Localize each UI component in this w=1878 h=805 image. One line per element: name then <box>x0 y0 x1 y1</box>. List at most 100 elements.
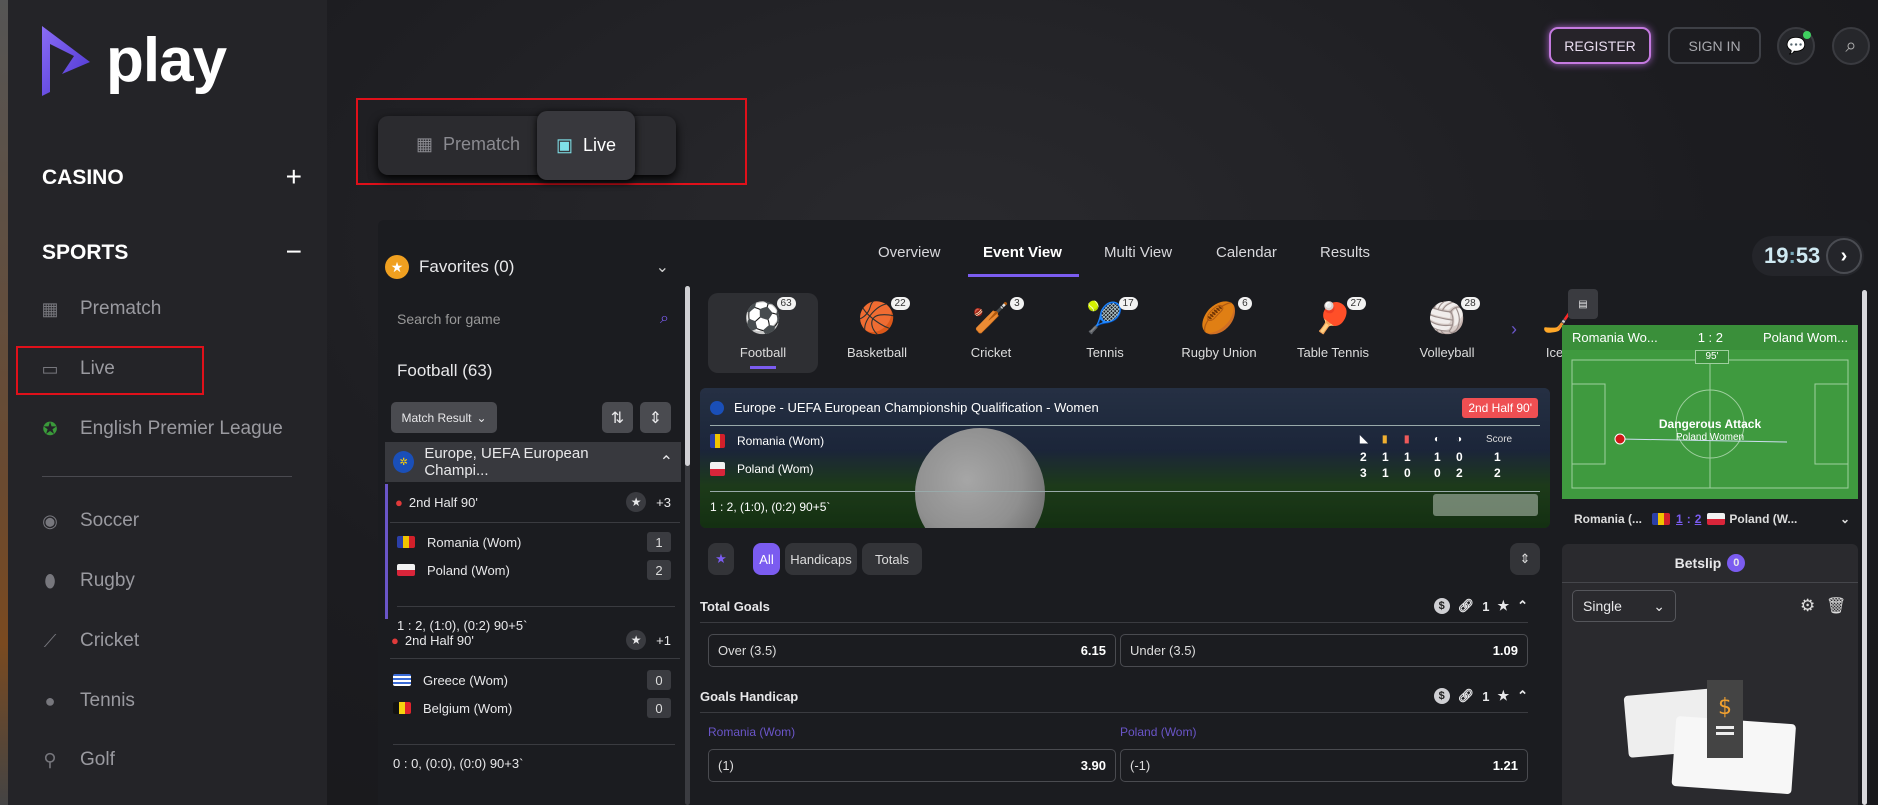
favorite-star-icon[interactable]: ★ <box>626 630 647 650</box>
team-score: 0 <box>647 670 671 690</box>
search-input[interactable]: Search for game ⌕ <box>385 302 681 336</box>
link-icon: 🔗︎ <box>1457 598 1475 613</box>
sidebar-item-tennis[interactable]: ● Tennis <box>40 690 135 712</box>
star-icon: ★ <box>715 551 727 566</box>
sport-tab-cricket[interactable]: 🏏 3 Cricket <box>936 293 1046 373</box>
cashout-icon: $ <box>1433 688 1450 704</box>
sport-tab-table-tennis[interactable]: 🏓 27 Table Tennis <box>1278 293 1388 373</box>
stat: 0 <box>1456 450 1463 464</box>
stat: 2 <box>1494 466 1501 480</box>
sportsbook-panel: Overview Event View Multi View Calendar … <box>378 220 1870 805</box>
sort-button[interactable]: ⇅ <box>602 402 633 433</box>
home-team: Romania (Wom) <box>710 434 824 448</box>
favorites-filter[interactable]: ★ <box>708 543 734 575</box>
tracker-toggle-button[interactable]: ▤ <box>1568 289 1598 319</box>
collapse-all-button[interactable]: ⇕ <box>640 402 671 433</box>
chevron-up-icon[interactable]: ⌃ <box>1517 688 1528 704</box>
corner-icon: ◣ <box>1360 434 1368 445</box>
more-markets[interactable]: +1 <box>656 633 671 648</box>
chevron-up-icon[interactable]: ⌃ <box>1517 598 1528 614</box>
odds-button[interactable]: (1) 3.90 <box>708 749 1116 782</box>
more-markets[interactable]: +3 <box>656 495 671 510</box>
team-row[interactable]: Poland (Wom) 2 <box>385 560 681 580</box>
search-button[interactable]: ⌕ <box>1832 27 1870 65</box>
settings-icon[interactable]: ⚙ <box>1800 596 1815 616</box>
sports-section[interactable]: SPORTS − <box>42 238 302 266</box>
casino-section[interactable]: CASINO + <box>42 163 302 191</box>
left-scrollbar-thumb[interactable] <box>685 286 690 466</box>
favorite-star-icon[interactable]: ★ <box>626 492 647 512</box>
divider <box>710 425 1540 426</box>
sign-in-button[interactable]: SIGN IN <box>1668 27 1761 64</box>
brand-name: play <box>106 25 227 95</box>
sidebar-item-epl[interactable]: ✪ English Premier League <box>40 418 282 440</box>
right-scrollbar[interactable] <box>1862 290 1867 805</box>
sport-tab-tennis[interactable]: 🎾 17 Tennis <box>1050 293 1160 373</box>
league-header[interactable]: ✲ Europe, UEFA European Champi... ⌃ <box>385 442 681 482</box>
tab-results[interactable]: Results <box>1320 244 1370 261</box>
sport-label: Volleyball <box>1419 345 1475 360</box>
team-row[interactable]: Belgium (Wom) 0 <box>385 698 681 718</box>
filter-all[interactable]: All <box>753 543 780 575</box>
market-select[interactable]: Match Result ⌄ <box>391 402 497 433</box>
chevron-right-icon[interactable]: › <box>1511 319 1517 340</box>
divider <box>390 658 680 659</box>
favorite-star-icon[interactable]: ★ <box>1497 688 1509 704</box>
sport-label: Football <box>739 345 787 360</box>
odds-button[interactable]: Under (3.5) 1.09 <box>1120 634 1528 667</box>
team-row[interactable]: Romania (Wom) 1 <box>385 532 681 552</box>
sidebar-item-soccer[interactable]: ◉ Soccer <box>40 510 139 532</box>
premier-league-icon: ✪ <box>42 418 58 439</box>
sidebar-item-rugby[interactable]: ⬮ Rugby <box>40 570 135 592</box>
collapse-all-icon: ⇕ <box>1519 551 1531 566</box>
tracker-score-row[interactable]: Romania (... 1:2 Poland (W... ⌄ <box>1574 512 1850 526</box>
sport-tab-volleyball[interactable]: 🏐 28 Volleyball <box>1392 293 1502 373</box>
odds-button[interactable]: (-1) 1.21 <box>1120 749 1528 782</box>
chevron-down-icon: ⌄ <box>1839 512 1850 526</box>
logo[interactable]: play <box>40 22 227 98</box>
left-edge-strip <box>0 0 8 805</box>
team-row[interactable]: Greece (Wom) 0 <box>385 670 681 690</box>
trash-icon[interactable]: 🗑︎ <box>1826 596 1846 616</box>
outcome-label: (-1) <box>1130 758 1151 773</box>
expand-icon[interactable]: + <box>286 163 302 191</box>
sidebar-item-cricket[interactable]: ⟋ Cricket <box>40 630 139 652</box>
filter-totals[interactable]: Totals <box>862 543 922 575</box>
sidebar-item-golf[interactable]: ⚲ Golf <box>40 749 114 771</box>
chevron-down-icon: ⌄ <box>476 410 487 425</box>
team-name: Belgium (Wom) <box>423 700 513 716</box>
tab-multi-view[interactable]: Multi View <box>1104 244 1172 261</box>
stream-button[interactable] <box>1433 494 1538 516</box>
market-header[interactable]: Goals Handicap $ 🔗︎ 1 ★ ⌃ <box>700 688 1528 704</box>
team-name: Romania (Wom) <box>737 434 825 448</box>
sport-count: 22 <box>890 297 910 310</box>
odds-button[interactable]: Over (3.5) 6.15 <box>708 634 1116 667</box>
tab-overview[interactable]: Overview <box>878 244 941 261</box>
tab-calendar[interactable]: Calendar <box>1216 244 1277 261</box>
sidebar-item-prematch[interactable]: ▦ Prematch <box>40 298 161 320</box>
collapse-icon[interactable]: − <box>286 238 302 266</box>
tracker-event: Dangerous Attack <box>1658 417 1762 431</box>
favorite-star-icon[interactable]: ★ <box>1497 598 1509 614</box>
sport-label: Basketball <box>847 345 907 360</box>
sport-tab-football[interactable]: ⚽ 63 Football <box>708 293 818 373</box>
bet-type-select[interactable]: Single ⌄ <box>1572 590 1676 622</box>
chat-button[interactable]: 💬 <box>1777 27 1815 65</box>
tab-event-view[interactable]: Event View <box>983 244 1062 261</box>
highlight-box <box>16 346 204 395</box>
sport-tab-rugby-union[interactable]: 🏉 6 Rugby Union <box>1164 293 1274 373</box>
market-header[interactable]: Total Goals $ 🔗︎ 1 ★ ⌃ <box>700 598 1528 614</box>
match-status: 2nd Half 90' <box>404 632 474 648</box>
filter-handicaps[interactable]: Handicaps <box>785 543 857 575</box>
match-summary: 0 : 0, (0:0), (0:0) 90+3` <box>393 756 524 771</box>
divider <box>700 622 1528 623</box>
clock-minutes: 53 <box>1795 243 1821 268</box>
collapse-markets-button[interactable]: ⇕ <box>1510 543 1540 575</box>
odd-value: 3.90 <box>1080 758 1106 773</box>
prematch-tab[interactable]: ▦ Prematch <box>416 134 520 155</box>
rugby-icon: ⬮ <box>44 570 56 591</box>
favorites-header[interactable]: ★ Favorites (0) ⌄ <box>385 255 681 279</box>
register-button[interactable]: REGISTER <box>1549 27 1651 64</box>
live-tab[interactable]: ▣ Live <box>537 111 635 180</box>
sport-tab-basketball[interactable]: 🏀 22 Basketball <box>822 293 932 373</box>
